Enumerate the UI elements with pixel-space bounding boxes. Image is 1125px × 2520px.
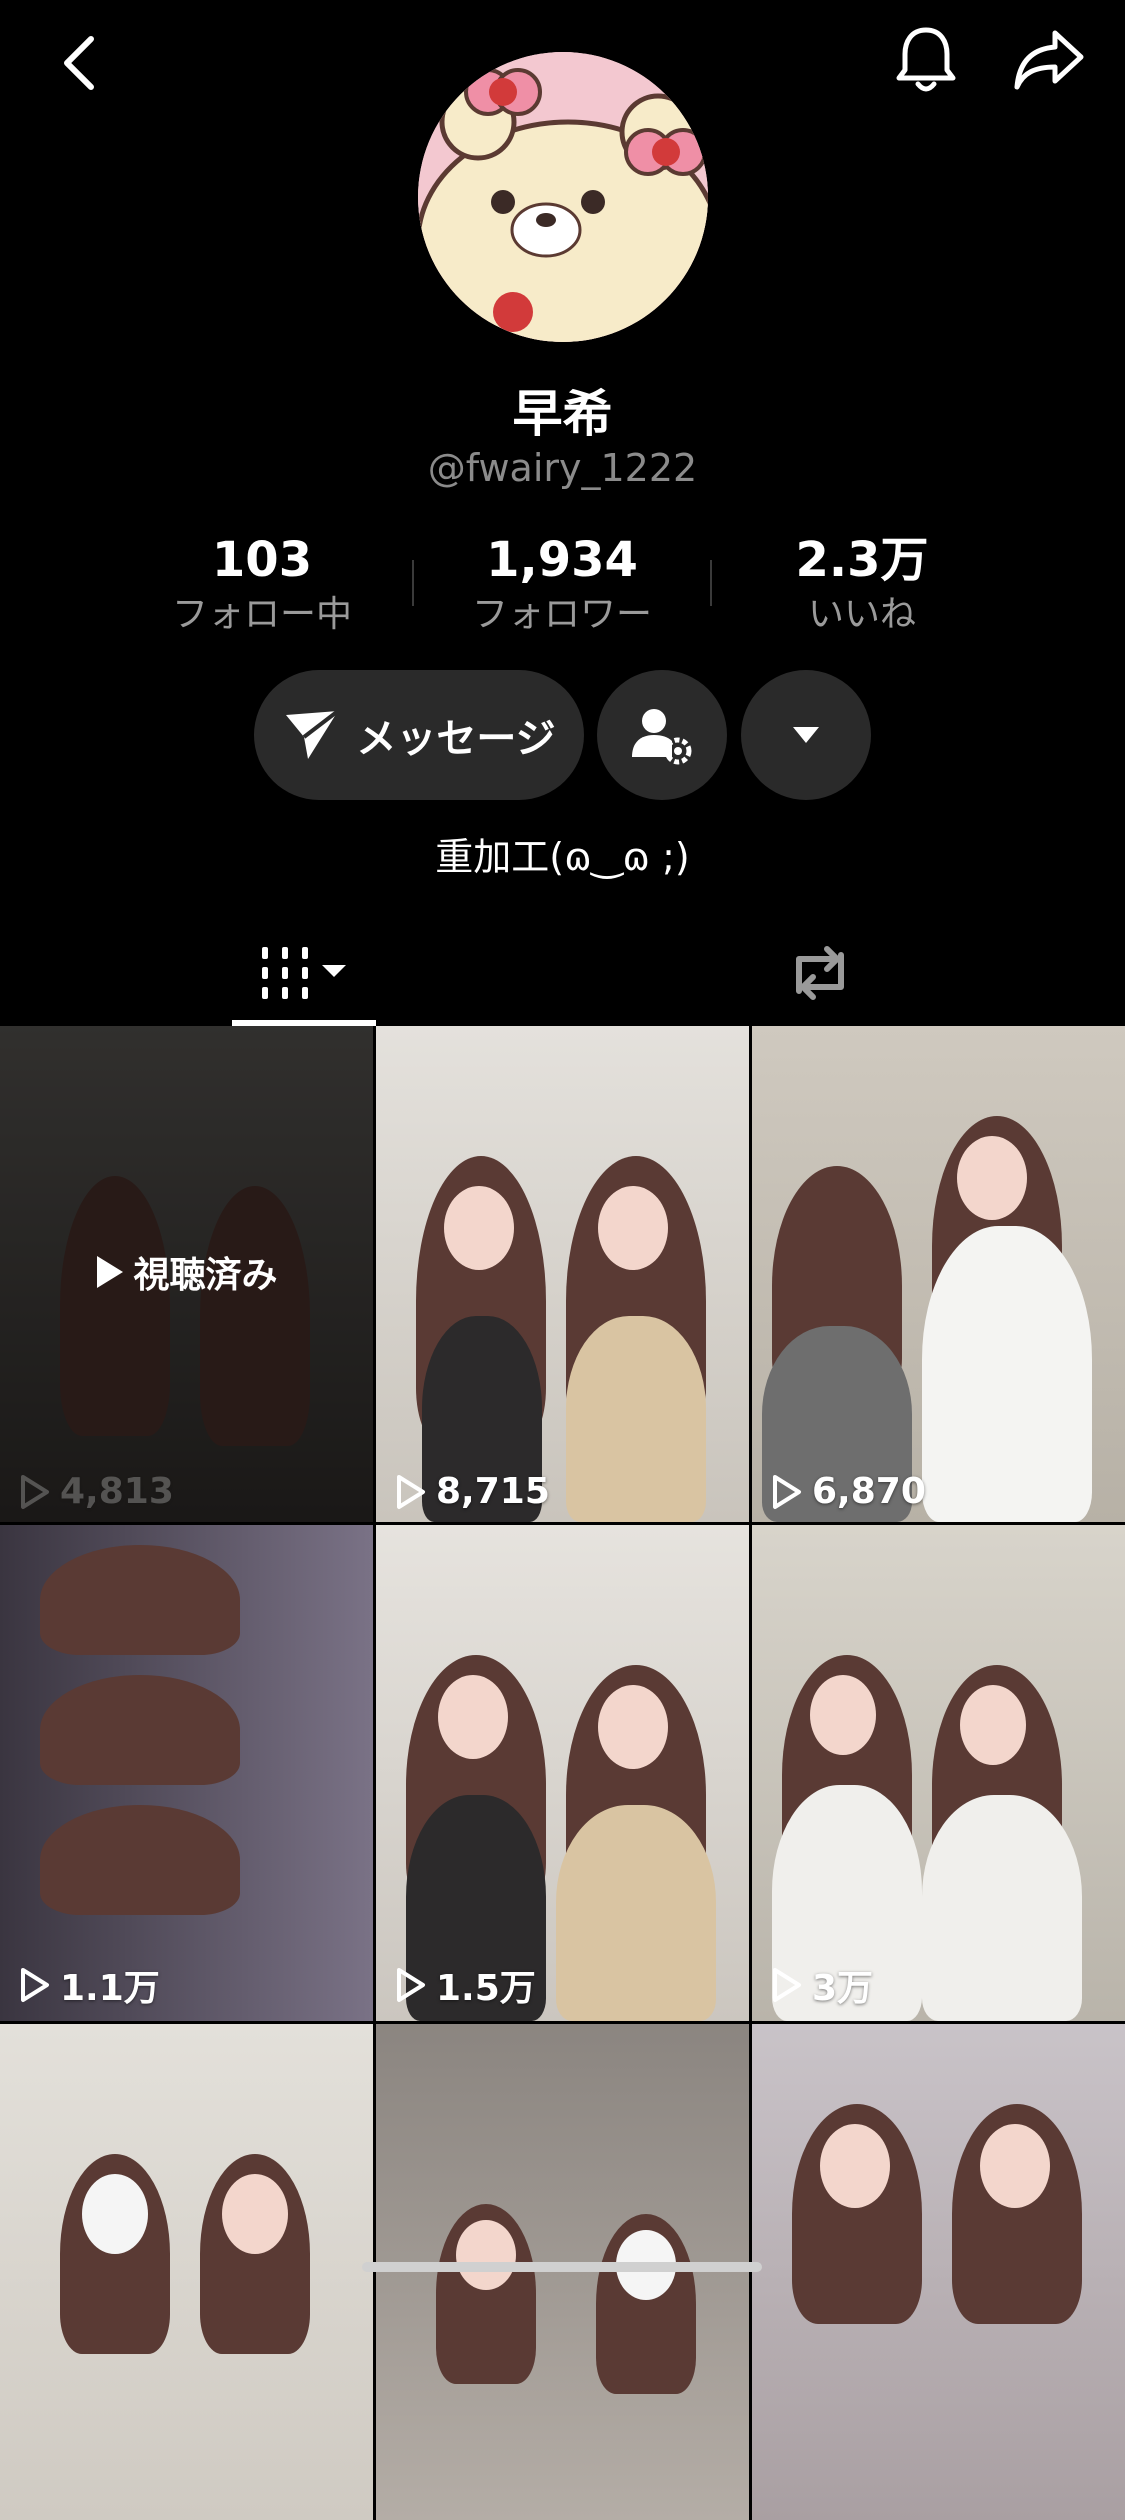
thumbnail-face (438, 1675, 508, 1759)
play-icon (97, 1256, 124, 1288)
view-count-text: 8,715 (436, 1471, 550, 1512)
thumbnail-figure (40, 1675, 240, 1785)
view-count-text: 6,870 (812, 1471, 926, 1512)
likes-count: 2.3万 (795, 532, 929, 588)
thumbnail-face (820, 2124, 890, 2208)
followers-stat[interactable]: 1,934 フォロワー (412, 530, 712, 640)
bio-text: 重加工(ɷ‿ɷ ;) (435, 835, 690, 879)
view-count-text: 4,813 (60, 1471, 174, 1512)
message-button[interactable]: メッセージ (254, 670, 584, 800)
thumbnail-face (810, 1675, 876, 1755)
video-thumbnail[interactable] (0, 2024, 373, 2520)
view-count: 1.5万 (396, 1959, 536, 2011)
thumbnail-figure (566, 1316, 706, 1522)
thumbnail-image (0, 2024, 373, 2520)
tab-videos[interactable] (232, 920, 376, 1026)
view-count-text: 1.5万 (436, 1968, 536, 2009)
caret-down-icon (793, 727, 819, 743)
following-label: フォロー中 (171, 594, 352, 635)
notifications-button[interactable] (886, 20, 966, 100)
following-stat[interactable]: 103 フォロー中 (112, 530, 412, 640)
send-icon (286, 709, 340, 759)
play-outline-icon (397, 1474, 425, 1509)
friend-settings-button[interactable] (597, 670, 727, 800)
chevron-left-icon (64, 36, 94, 90)
thumbnail-face (456, 2220, 516, 2290)
followers-label: フォロワー (471, 594, 652, 635)
thumbnail-face (957, 1136, 1027, 1220)
thumbnail-face (598, 1186, 668, 1270)
back-button[interactable] (44, 28, 114, 98)
thumbnail-face (960, 1685, 1026, 1765)
bell-icon (896, 27, 956, 92)
video-thumbnail[interactable]: 1.1万 (0, 1525, 373, 2021)
followers-count: 1,934 (486, 532, 638, 588)
thumbnail-image (376, 2024, 749, 2520)
video-thumbnail[interactable]: 8,715 (376, 1026, 749, 1522)
video-thumbnail[interactable]: 6,870 (752, 1026, 1125, 1522)
watched-label-text: 視聴済み (133, 1255, 278, 1296)
content-tabs (0, 920, 1125, 1026)
view-count: 4,813 (20, 1471, 174, 1512)
view-count-text: 3万 (812, 1968, 874, 2009)
grid-icon (262, 947, 346, 999)
stat-divider (412, 560, 414, 606)
thumbnail-face (598, 1685, 668, 1769)
watched-label: 視聴済み (0, 1246, 373, 1298)
username-handle: @fwairy_1222 (427, 446, 698, 490)
profile-stats: 103 フォロー中 1,934 フォロワー 2.3万 いいね (112, 530, 1012, 640)
play-outline-icon (21, 1474, 49, 1509)
likes-label: いいね (807, 594, 916, 635)
video-thumbnail[interactable] (752, 2024, 1125, 2520)
thumbnail-figure (40, 1545, 240, 1655)
display-name: 早希 (512, 385, 613, 443)
likes-stat[interactable]: 2.3万 いいね (712, 530, 1012, 640)
home-indicator[interactable] (362, 2262, 762, 2272)
thumbnail-figure (922, 1226, 1092, 1522)
thumbnail-face (222, 2174, 288, 2254)
view-count: 3万 (772, 1959, 873, 2011)
video-thumbnail[interactable]: 3万 (752, 1525, 1125, 2021)
thumbnail-face (82, 2174, 148, 2254)
person-gear-icon (632, 709, 692, 765)
thumbnail-face (980, 2124, 1050, 2208)
view-count: 1.1万 (20, 1959, 160, 2011)
view-count: 6,870 (772, 1471, 926, 1512)
video-thumbnail[interactable] (376, 2024, 749, 2520)
more-options-button[interactable] (741, 670, 871, 800)
bear-avatar-image (418, 52, 708, 342)
view-count: 8,715 (396, 1471, 550, 1512)
thumbnail-face (444, 1186, 514, 1270)
thumbnail-figure (922, 1795, 1082, 2021)
share-icon (1014, 30, 1084, 90)
play-outline-icon (21, 1968, 49, 2002)
repost-icon (796, 946, 844, 1000)
message-button-label: メッセージ (356, 716, 556, 762)
share-button[interactable] (1004, 20, 1094, 100)
video-thumbnail[interactable]: 視聴済み 4,813 (0, 1026, 373, 1522)
play-outline-icon (773, 1968, 801, 2002)
thumbnail-figure (556, 1805, 716, 2021)
view-count-text: 1.1万 (60, 1968, 160, 2009)
video-thumbnail[interactable]: 1.5万 (376, 1525, 749, 2021)
play-outline-icon (397, 1968, 425, 2002)
avatar[interactable] (418, 52, 708, 342)
following-count: 103 (211, 532, 313, 588)
tab-reposts[interactable] (700, 920, 940, 1026)
thumbnail-figure (40, 1805, 240, 1915)
play-outline-icon (773, 1474, 801, 1509)
